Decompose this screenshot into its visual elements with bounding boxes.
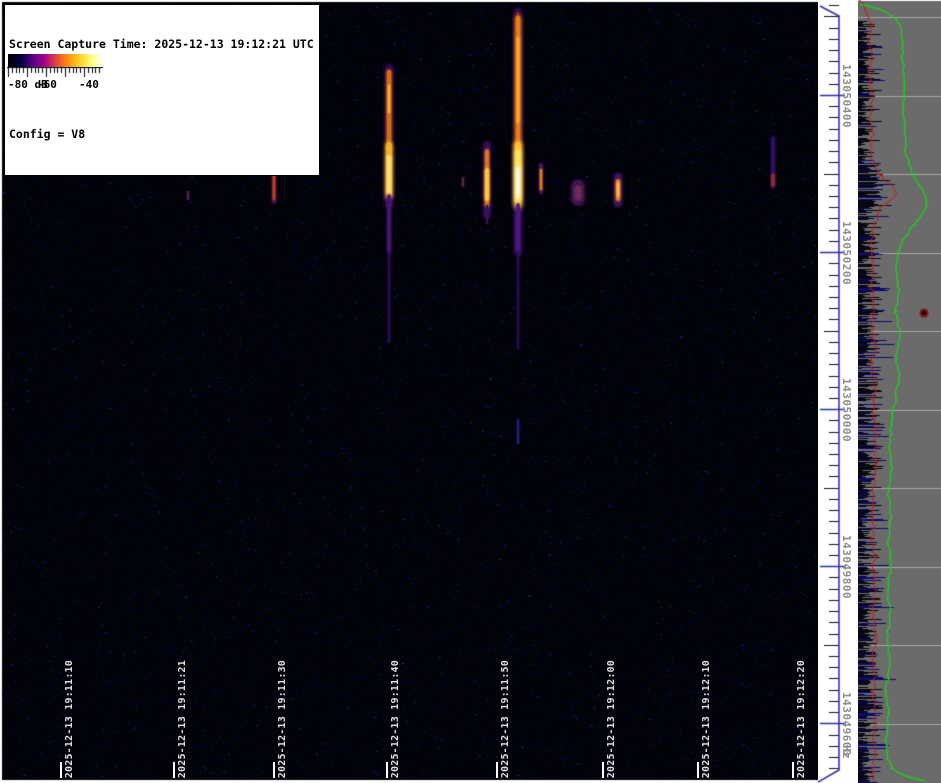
color-scale-labels: -80 dB -60 -40: [7, 78, 104, 94]
color-gradient-bar: [8, 54, 103, 67]
frequency-label: 143050400: [839, 64, 853, 128]
time-tick-mark: [602, 762, 604, 778]
time-tick-mark: [697, 762, 699, 778]
time-label: 2025-12-13 19:12:20: [795, 660, 808, 778]
time-tick-mark: [273, 762, 275, 778]
frequency-unit-label: Hz: [839, 745, 853, 759]
frequency-label: 143050200: [839, 221, 853, 285]
capture-time-text: Screen Capture Time: 2025-12-13 19:12:21…: [9, 37, 314, 52]
db-label-60: -60: [37, 78, 57, 91]
config-text: Config = V8: [9, 127, 314, 142]
time-label: 2025-12-13 19:11:50: [499, 660, 512, 778]
frequency-axis: 1430504001430502001430500001430498001430…: [818, 0, 858, 783]
spectrum-analyzer-panel: [858, 0, 941, 783]
time-label: 2025-12-13 19:11:21: [176, 660, 189, 778]
db-label-40: -40: [79, 78, 99, 91]
time-label: 2025-12-13 19:11:10: [63, 660, 76, 778]
color-scale-ticks: [7, 67, 103, 78]
color-scale-legend: -80 dB -60 -40: [7, 53, 104, 95]
frequency-label: 143049800: [839, 535, 853, 599]
time-tick-mark: [792, 762, 794, 778]
time-label: 2025-12-13 19:12:00: [605, 660, 618, 778]
time-tick-mark: [496, 762, 498, 778]
time-label: 2025-12-13 19:11:40: [389, 660, 402, 778]
time-tick-mark: [173, 762, 175, 778]
frequency-label: 143050000: [839, 378, 853, 442]
time-tick-mark: [60, 762, 62, 778]
time-label: 2025-12-13 19:11:30: [276, 660, 289, 778]
time-tick-mark: [386, 762, 388, 778]
time-label: 2025-12-13 19:12:10: [700, 660, 713, 778]
spectrum-lab-screen: 2025-12-13 19:11:10 2025-12-13 19:11:21 20…: [0, 0, 941, 783]
